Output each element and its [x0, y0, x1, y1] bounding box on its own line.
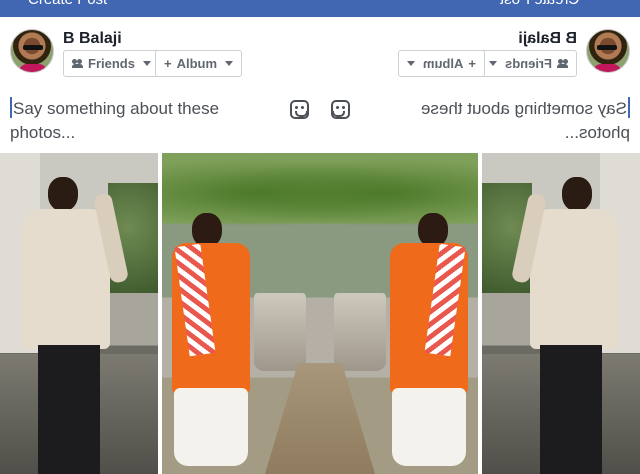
- person-figure: [482, 153, 640, 474]
- plus-icon: +: [468, 56, 476, 71]
- album-label: Album: [422, 56, 464, 71]
- album-selector[interactable]: + Album: [155, 50, 243, 77]
- caret-down-icon: [406, 61, 415, 66]
- caret-down-icon: [225, 61, 234, 66]
- user-name: B Balaji: [63, 30, 122, 47]
- text-cursor: [628, 97, 630, 118]
- app-bar: Create Post Create Post: [0, 0, 640, 17]
- app-bar-title-mirror: Create Post: [500, 0, 579, 8]
- person-figure: [164, 213, 256, 474]
- placeholder-line-1: Say something about these: [13, 99, 220, 118]
- person-figure: [384, 213, 476, 474]
- people-icon: [557, 59, 568, 68]
- caret-down-icon: [489, 61, 498, 66]
- people-icon: [72, 59, 83, 68]
- sticker-icon[interactable]: [331, 100, 350, 119]
- photo-thumbnail[interactable]: [0, 153, 158, 474]
- user-name: B Balaji: [518, 30, 577, 47]
- audience-selector[interactable]: Friends: [480, 50, 577, 77]
- photo-thumbnail[interactable]: [162, 153, 478, 474]
- audience-selector[interactable]: Friends: [63, 50, 160, 77]
- plus-icon: +: [164, 56, 172, 71]
- composer-panel: B Balaji Friends + Album Say something a…: [0, 17, 320, 153]
- text-cursor: [10, 97, 12, 118]
- person-figure: [0, 153, 158, 474]
- app-bar-title: Create Post: [28, 0, 107, 8]
- placeholder-line-1: Say something about these: [420, 99, 627, 118]
- post-text-input[interactable]: Say something about these photos...: [421, 97, 630, 145]
- avatar[interactable]: [10, 29, 54, 73]
- photo-thumbnail[interactable]: [482, 153, 640, 474]
- composer-panel-mirror: B Balaji Friends + Album Say something a…: [320, 17, 640, 153]
- avatar[interactable]: [586, 29, 630, 73]
- caret-down-icon: [142, 61, 151, 66]
- album-selector[interactable]: + Album: [397, 50, 485, 77]
- sticker-icon[interactable]: [290, 100, 309, 119]
- audience-label: Friends: [505, 56, 552, 71]
- audience-label: Friends: [88, 56, 135, 71]
- album-label: Album: [176, 56, 218, 71]
- post-text-input[interactable]: Say something about these photos...: [10, 97, 219, 145]
- placeholder-line-2: photos...: [564, 123, 630, 142]
- placeholder-line-2: photos...: [10, 123, 76, 142]
